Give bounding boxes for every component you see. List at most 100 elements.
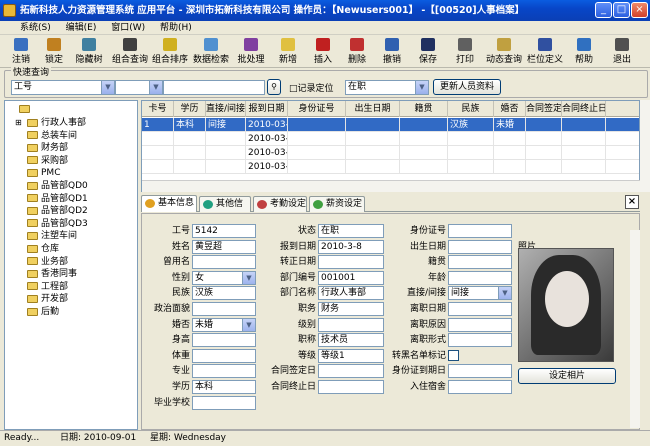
grid-column-header[interactable]: 卡号 (142, 101, 174, 117)
menu-window[interactable]: 窗口(W) (105, 21, 151, 35)
form-field[interactable] (448, 255, 512, 270)
chevron-down-icon[interactable]: ▼ (242, 318, 255, 331)
refresh-employee-button[interactable]: 更新人员资料 (433, 79, 501, 95)
toolbar-dynamic-query-button[interactable]: 动态查询 (484, 36, 524, 67)
grid-column-header[interactable]: 直接/间接 (206, 101, 246, 117)
record-position-checkbox[interactable]: □记录定位 (289, 81, 334, 94)
grid-column-header[interactable]: 报到日期 (246, 101, 288, 117)
maximize-button[interactable]: □ (613, 2, 630, 18)
toolbar-save-button[interactable]: 保存 (410, 36, 446, 67)
field-select[interactable]: 工号 ▼ (11, 80, 115, 95)
toolbar-undo-button[interactable]: 撤销 (374, 36, 410, 67)
tab-1[interactable]: 其他信息 (199, 196, 251, 224)
tree-node[interactable]: 工程部 (27, 281, 68, 293)
menu-system[interactable]: 系统(S) (0, 21, 57, 35)
tree-node[interactable]: 后勤 (27, 306, 59, 318)
table-row[interactable]: 2010-03-09 (142, 160, 639, 174)
expand-icon[interactable]: ⊞ (15, 117, 22, 129)
form-field[interactable] (448, 302, 512, 316)
tab-3[interactable]: 薪资设定 (309, 196, 365, 212)
grid-column-header[interactable]: 合同签定日 (526, 101, 562, 117)
toolbar-print-button[interactable]: 打印 (446, 36, 484, 67)
toolbar-search-data-button[interactable]: 数据检索 (190, 36, 232, 67)
grid-column-header[interactable]: 学历 (174, 101, 206, 117)
form-field[interactable] (192, 255, 256, 270)
grid-column-header[interactable]: 身份证号 (288, 101, 346, 117)
form-field[interactable]: 财务 (318, 302, 384, 316)
tree-node[interactable]: 业务部 (27, 256, 68, 268)
form-field[interactable] (318, 255, 384, 270)
binoculars-search-button[interactable]: ⚲ (267, 79, 281, 95)
tree-node[interactable]: 财务部 (27, 142, 68, 154)
toolbar-help-button[interactable]: 帮助 (566, 36, 602, 67)
form-field[interactable]: 5142 (192, 224, 256, 238)
grid-column-header[interactable]: 籍贯 (400, 101, 448, 117)
table-row[interactable]: 1本科间接2010-03-08 汉族未婚 (142, 118, 639, 132)
form-field[interactable] (448, 333, 512, 348)
search-value-input[interactable] (163, 80, 265, 95)
form-field[interactable] (192, 395, 256, 410)
tree-node[interactable]: 品管部QD2 (27, 205, 88, 217)
form-field[interactable] (318, 317, 384, 332)
form-field[interactable]: 在职 (318, 224, 384, 238)
operator-select[interactable]: ▼ (115, 80, 163, 95)
form-field[interactable] (192, 302, 256, 316)
status-select[interactable]: 在职 ▼ (345, 80, 429, 95)
form-field[interactable] (448, 364, 512, 379)
toolbar-exit-button[interactable]: 退出 (602, 36, 642, 67)
form-field[interactable] (192, 333, 256, 348)
form-field[interactable]: 行政人事部 (318, 286, 384, 301)
tree-node[interactable]: 注塑车间 (27, 230, 77, 242)
tree-node[interactable]: 行政人事部 ⊞ (15, 117, 86, 129)
menu-help[interactable]: 帮助(H) (154, 21, 198, 35)
toolbar-new-button[interactable]: 新增 (270, 36, 306, 67)
form-field[interactable]: 2010-3-8 (318, 239, 384, 254)
toolbar-delete-button[interactable]: 删除 (340, 36, 374, 67)
form-field[interactable]: 女 ▼ (192, 270, 256, 285)
tab-2[interactable]: 考勤设定 (253, 196, 307, 212)
toolbar-sort-button[interactable]: 组合排序 (150, 36, 190, 67)
set-photo-button[interactable]: 设定相片 (518, 368, 616, 384)
tree-root[interactable] (19, 103, 33, 115)
form-field[interactable] (448, 270, 512, 285)
toolbar-batch-button[interactable]: 批处理 (232, 36, 270, 67)
form-field[interactable]: 001001 (318, 270, 384, 285)
toolbar-lock-button[interactable]: 锁定 (38, 36, 70, 67)
toolbar-insert-button[interactable]: 插入 (306, 36, 340, 67)
tree-node[interactable]: PMC (27, 167, 60, 179)
form-field[interactable] (448, 317, 512, 332)
tab-0[interactable]: 基本信息 (141, 195, 197, 212)
chevron-down-icon[interactable]: ▼ (242, 271, 255, 284)
form-field[interactable]: 等级1 (318, 348, 384, 363)
grid-column-header[interactable]: 合同终止日 (562, 101, 606, 117)
form-field[interactable] (448, 224, 512, 238)
close-button[interactable]: × (631, 2, 648, 18)
vertical-scrollbar[interactable] (640, 100, 650, 192)
form-scrollbar[interactable] (630, 230, 640, 428)
horizontal-scrollbar[interactable] (142, 180, 640, 192)
form-field[interactable] (192, 364, 256, 379)
tree-node[interactable]: 总装车间 (27, 130, 77, 142)
tree-node[interactable]: 仓库 (27, 243, 59, 255)
tree-node[interactable]: 品管部QD0 (27, 180, 88, 192)
tree-node[interactable]: 品管部QD1 (27, 193, 88, 205)
toolbar-column-button[interactable]: 栏位定义 (524, 36, 566, 67)
chevron-down-icon[interactable]: ▼ (498, 287, 511, 300)
grid-column-header[interactable]: 婚否 (494, 101, 526, 117)
tree-node[interactable]: 品管部QD3 (27, 218, 88, 230)
form-field[interactable]: 汉族 (192, 286, 256, 301)
grid-column-header[interactable]: 出生日期 (346, 101, 400, 117)
minimize-button[interactable]: _ (595, 2, 612, 18)
toolbar-tree-button[interactable]: 隐藏树 (70, 36, 108, 67)
form-field[interactable] (318, 380, 384, 394)
toolbar-logout-button[interactable]: 注销 (4, 36, 38, 67)
blacklist-checkbox[interactable] (448, 349, 459, 361)
form-field[interactable] (318, 364, 384, 379)
tree-node[interactable]: 采购部 (27, 155, 68, 167)
tree-node[interactable]: 香港同事 (27, 268, 77, 280)
tree-node[interactable]: 开发部 (27, 293, 68, 305)
form-field[interactable] (192, 348, 256, 363)
form-field[interactable] (448, 380, 512, 394)
toolbar-binoculars-button[interactable]: 组合查询 (110, 36, 150, 67)
form-field[interactable] (448, 239, 512, 254)
